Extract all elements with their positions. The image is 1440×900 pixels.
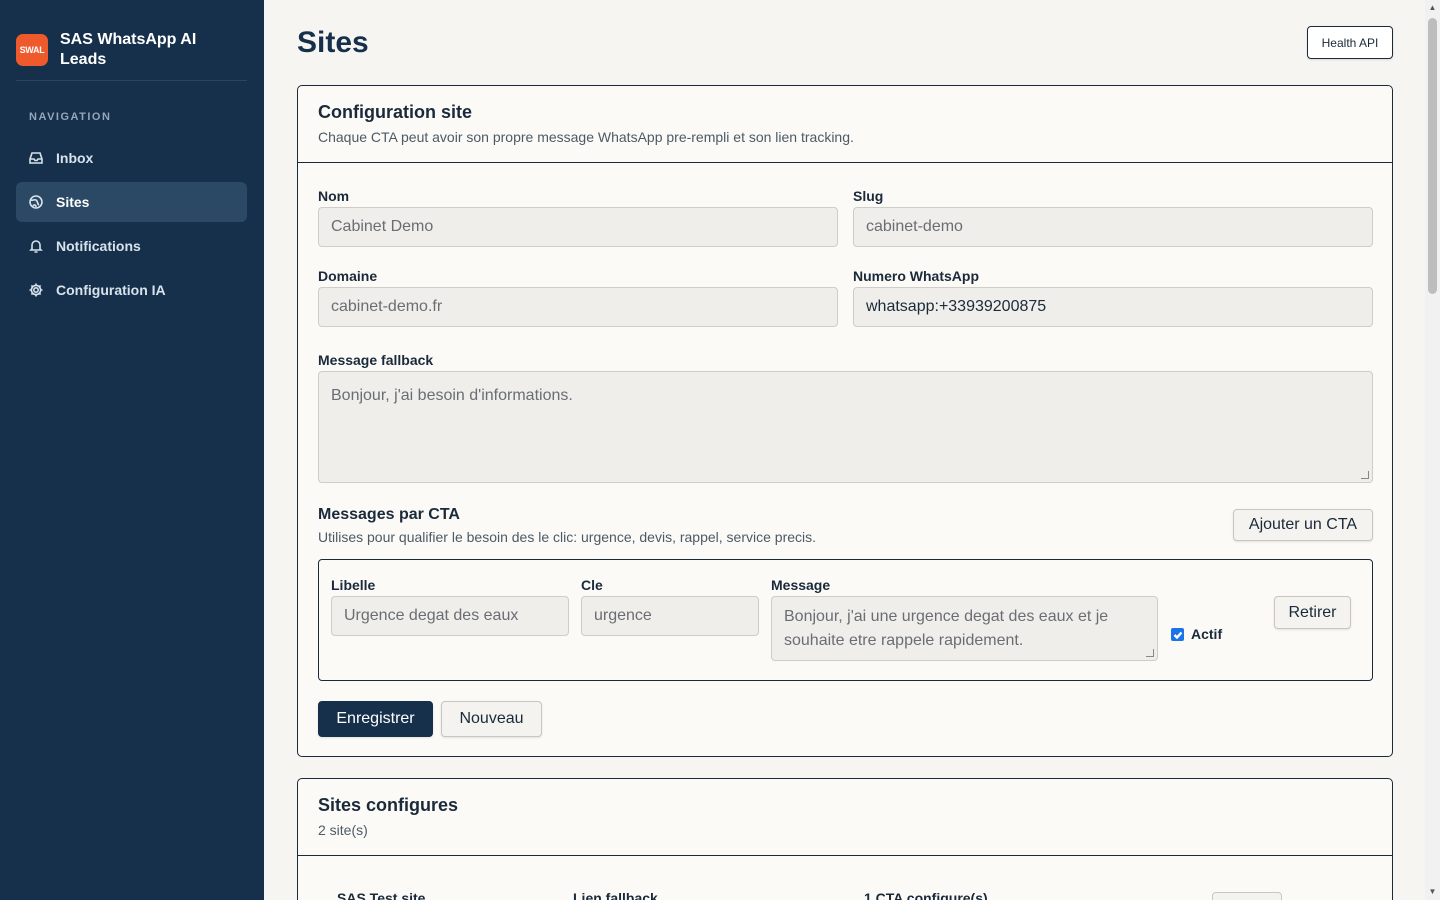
actif-checkbox[interactable] [1171,628,1184,641]
sidebar: SWAL SAS WhatsApp AI Leads NAVIGATION In… [0,0,264,900]
cta-row: Libelle Urgence degat des eaux Cle urgen… [318,559,1373,681]
resize-handle-icon[interactable] [1146,649,1154,657]
fallback-label: Message fallback [318,352,434,368]
brand-name: SAS WhatsApp AI Leads [60,31,197,68]
fallback-link[interactable]: Lien fallback [573,890,658,900]
nom-input[interactable]: Cabinet Demo [318,207,838,247]
gear-icon [29,283,43,297]
nav-title: NAVIGATION [29,111,112,123]
new-button[interactable]: Nouveau [441,701,542,737]
sites-list-card: Sites configures 2 site(s) [297,778,1393,900]
add-cta-button[interactable]: Ajouter un CTA [1233,509,1373,541]
card-title: Configuration site [318,102,472,122]
sidebar-item-label: Inbox [56,150,94,166]
cta-count: 1 CTA configure(s) [864,890,988,900]
globe-icon [29,195,43,209]
sidebar-item-sites[interactable]: Sites [16,182,247,222]
message-label: Message [771,577,831,593]
fallback-text: Bonjour, j'ai besoin d'informations. [331,387,573,404]
nom-label: Nom [318,188,350,204]
health-api-button[interactable]: Health API [1307,26,1393,59]
libelle-label: Libelle [331,577,376,593]
card-header: Sites configures 2 site(s) [298,779,1392,856]
cta-message-text: Bonjour, j'ai une urgence degat des eaux… [784,608,1109,649]
cle-input[interactable]: urgence [581,596,759,636]
cta-section-title: Messages par CTA [318,506,460,523]
card-header: Configuration site Chaque CTA peut avoir… [298,86,1392,163]
save-button[interactable]: Enregistrer [318,701,433,737]
brand-divider [16,80,247,81]
cle-label: Cle [581,577,603,593]
domaine-input[interactable]: cabinet-demo.fr [318,287,838,327]
site-name: SAS Test site [337,890,426,900]
scrollbar[interactable]: ▲ ▼ [1425,0,1440,900]
bell-icon [29,240,43,253]
page-title: Sites [297,26,369,59]
actif-label: Actif [1191,626,1223,642]
card-title: Sites configures [318,795,459,815]
sidebar-item-notifications[interactable]: Notifications [16,226,247,266]
check-icon [1173,631,1182,639]
numero-label: Numero WhatsApp [853,268,979,284]
sidebar-item-label: Configuration IA [56,282,166,298]
fallback-textarea[interactable]: Bonjour, j'ai besoin d'informations. [318,371,1373,483]
site-count: 2 site(s) [318,822,368,838]
numero-whatsapp-input[interactable]: whatsapp:+33939200875 [853,287,1373,327]
sidebar-item-configuration-ia[interactable]: Configuration IA [16,270,247,310]
sidebar-item-label: Notifications [56,238,141,254]
card-subtitle: Chaque CTA peut avoir son propre message… [318,129,854,145]
scrollbar-thumb[interactable] [1428,18,1437,294]
brand: SWAL SAS WhatsApp AI Leads [0,0,264,80]
slug-label: Slug [853,188,884,204]
libelle-input[interactable]: Urgence degat des eaux [331,596,569,636]
site-config-card: Configuration site Chaque CTA peut avoir… [297,85,1393,757]
cta-message-textarea[interactable]: Bonjour, j'ai une urgence degat des eaux… [771,596,1158,661]
resize-handle-icon[interactable] [1361,471,1369,479]
sidebar-item-label: Sites [56,194,90,210]
brand-logo: SWAL [16,34,48,66]
remove-cta-button[interactable]: Retirer [1274,596,1351,629]
slug-input[interactable]: cabinet-demo [853,207,1373,247]
cta-section-subtitle: Utilises pour qualifier le besoin des le… [318,529,817,545]
scroll-down-icon[interactable]: ▼ [1428,887,1437,896]
domaine-label: Domaine [318,268,378,284]
inbox-icon [29,152,43,164]
sidebar-item-inbox[interactable]: Inbox [16,138,247,178]
scroll-up-icon[interactable]: ▲ [1428,3,1437,12]
site-row-button[interactable] [1212,892,1282,900]
